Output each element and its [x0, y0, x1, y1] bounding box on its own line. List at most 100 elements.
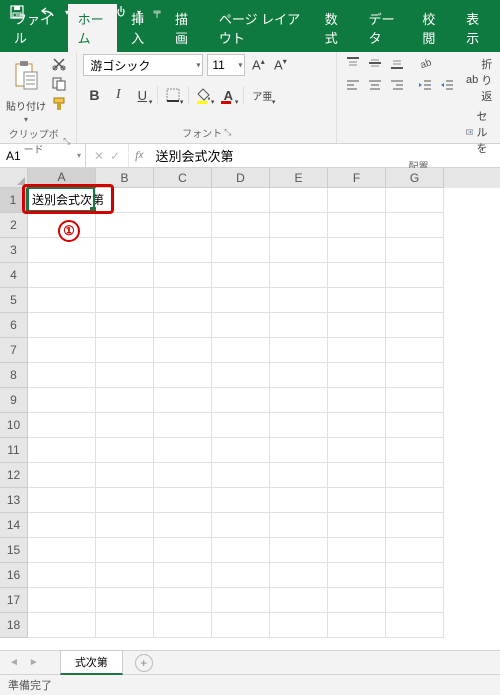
tab-formulas[interactable]: 数式 — [315, 4, 355, 52]
cancel-formula-icon[interactable]: ✕ — [94, 149, 104, 163]
cell[interactable] — [28, 513, 96, 538]
cell[interactable] — [328, 538, 386, 563]
paste-button[interactable] — [8, 54, 44, 96]
grow-font-button[interactable]: A▴ — [249, 57, 267, 72]
cut-icon[interactable] — [50, 56, 68, 72]
column-header[interactable]: F — [328, 168, 386, 188]
cell[interactable] — [386, 438, 444, 463]
fx-icon[interactable]: fx — [129, 144, 149, 167]
cell[interactable] — [28, 613, 96, 638]
cell[interactable] — [96, 288, 154, 313]
cell[interactable] — [386, 463, 444, 488]
cell[interactable] — [96, 363, 154, 388]
cell[interactable] — [96, 563, 154, 588]
cell[interactable] — [328, 563, 386, 588]
row-header[interactable]: 18 — [0, 613, 28, 638]
sheet-nav-next[interactable]: ► — [26, 657, 42, 668]
cell[interactable] — [154, 413, 212, 438]
cell[interactable] — [212, 563, 270, 588]
cell[interactable] — [212, 363, 270, 388]
align-bottom-button[interactable] — [387, 54, 407, 72]
cell[interactable] — [28, 363, 96, 388]
cell[interactable] — [212, 438, 270, 463]
sheet-nav-prev[interactable]: ◄ — [6, 657, 22, 668]
cell[interactable] — [212, 388, 270, 413]
row-header[interactable]: 13 — [0, 488, 28, 513]
cell[interactable] — [270, 313, 328, 338]
cell[interactable] — [154, 363, 212, 388]
cell[interactable] — [270, 463, 328, 488]
tab-file[interactable]: ファイル — [4, 4, 64, 52]
name-box[interactable]: A1▾ — [0, 144, 86, 167]
row-header[interactable]: 4 — [0, 263, 28, 288]
cell[interactable] — [154, 438, 212, 463]
cell[interactable] — [328, 363, 386, 388]
cell[interactable] — [328, 488, 386, 513]
cell[interactable] — [386, 613, 444, 638]
cell[interactable] — [328, 263, 386, 288]
cell[interactable] — [154, 538, 212, 563]
orientation-button[interactable]: ab — [415, 54, 435, 72]
cell[interactable] — [212, 588, 270, 613]
cell[interactable] — [386, 538, 444, 563]
tab-home[interactable]: ホーム — [68, 4, 117, 52]
tab-page-layout[interactable]: ページ レイアウト — [209, 4, 311, 52]
worksheet-grid[interactable]: ABCDEFG 123456789101112131415161718 送別会式… — [0, 168, 500, 650]
cell[interactable] — [154, 263, 212, 288]
cell[interactable] — [386, 388, 444, 413]
cell[interactable] — [212, 263, 270, 288]
paste-dropdown-icon[interactable]: ▾ — [24, 115, 28, 124]
font-name-combo[interactable]: 游ゴシック▾ — [83, 54, 203, 76]
cell[interactable] — [386, 488, 444, 513]
cell[interactable] — [154, 313, 212, 338]
sheet-tab-active[interactable]: 式次第 — [60, 650, 123, 675]
cell[interactable] — [270, 288, 328, 313]
row-header[interactable]: 1 — [0, 188, 28, 213]
cell[interactable] — [270, 363, 328, 388]
cell[interactable] — [386, 338, 444, 363]
border-button[interactable]: ▾ — [162, 84, 184, 106]
cell[interactable] — [96, 238, 154, 263]
cell[interactable] — [328, 238, 386, 263]
column-header[interactable]: A — [28, 168, 96, 188]
cell[interactable] — [28, 438, 96, 463]
cell[interactable] — [96, 188, 154, 213]
cell[interactable] — [212, 238, 270, 263]
cell[interactable] — [96, 613, 154, 638]
cell[interactable] — [96, 388, 154, 413]
cell[interactable] — [212, 338, 270, 363]
cell[interactable] — [270, 338, 328, 363]
cell[interactable] — [328, 463, 386, 488]
cell[interactable] — [212, 538, 270, 563]
cell[interactable] — [154, 213, 212, 238]
cell[interactable] — [328, 413, 386, 438]
cell[interactable] — [270, 213, 328, 238]
align-center-button[interactable] — [365, 76, 385, 94]
cell[interactable] — [96, 538, 154, 563]
row-header[interactable]: 8 — [0, 363, 28, 388]
wrap-text-button[interactable]: ab折り返 — [466, 56, 494, 104]
column-header[interactable]: B — [96, 168, 154, 188]
cell[interactable] — [270, 563, 328, 588]
cell[interactable] — [270, 238, 328, 263]
cell[interactable] — [270, 488, 328, 513]
decrease-indent-button[interactable] — [415, 76, 435, 94]
cell[interactable] — [96, 413, 154, 438]
cell[interactable] — [28, 238, 96, 263]
cell[interactable] — [28, 563, 96, 588]
cell[interactable] — [96, 588, 154, 613]
cell[interactable] — [154, 588, 212, 613]
row-header[interactable]: 2 — [0, 213, 28, 238]
cell[interactable] — [28, 413, 96, 438]
cell[interactable] — [212, 513, 270, 538]
tab-review[interactable]: 校閲 — [412, 4, 452, 52]
column-header[interactable]: G — [386, 168, 444, 188]
cell[interactable] — [96, 463, 154, 488]
tab-draw[interactable]: 描画 — [165, 4, 205, 52]
cell[interactable] — [328, 338, 386, 363]
cell[interactable] — [212, 413, 270, 438]
cell[interactable] — [28, 388, 96, 413]
cell[interactable] — [154, 613, 212, 638]
cell[interactable] — [96, 313, 154, 338]
cell[interactable] — [154, 188, 212, 213]
